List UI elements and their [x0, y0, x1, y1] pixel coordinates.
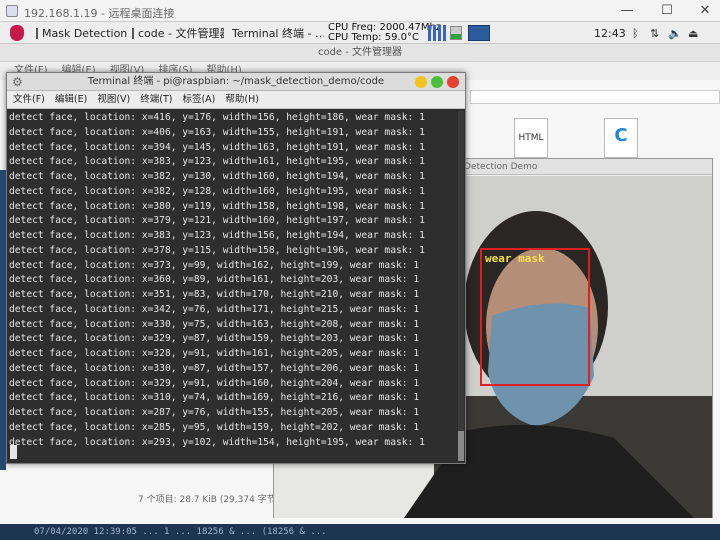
close-button[interactable]	[447, 76, 459, 88]
terminal-line: detect face, location: x=285, y=95, widt…	[9, 421, 420, 433]
terminal-line: detect face, location: x=383, y=123, wid…	[9, 156, 425, 168]
rdp-title: 192.168.1.19 - 远程桌面连接	[24, 7, 175, 20]
terminal-line: detect face, location: x=328, y=91, widt…	[9, 348, 420, 359]
raspbian-panel: Mask Detection… code - 文件管理器 Terminal 终端…	[0, 22, 720, 44]
file-manager-status: 7 个项目: 28.7 KiB (29,374 字节)	[138, 495, 280, 505]
detection-label: wear mask	[485, 252, 545, 265]
terminal-line: detect face, location: x=378, y=115, wid…	[9, 244, 425, 256]
raspberry-menu-icon[interactable]	[10, 25, 24, 41]
remote-desktop-icon	[6, 5, 18, 17]
taskbar-item-file-manager[interactable]: code - 文件管理器	[132, 24, 224, 42]
bluetooth-icon[interactable]: ᛒ	[632, 27, 639, 40]
terminal-line: detect face, location: x=342, y=76, widt…	[9, 303, 420, 315]
cpu-load-gauge	[450, 26, 462, 40]
terminal-line: detect face, location: x=406, y=163, wid…	[9, 126, 425, 138]
rdp-maximize-button[interactable]: ☐	[652, 3, 682, 18]
gear-icon[interactable]: ⚙	[12, 73, 23, 91]
window-icon	[36, 27, 38, 39]
taskbar-item-label: Mask Detection…	[42, 26, 128, 40]
taskbar-item-mask-detection[interactable]: Mask Detection…	[36, 24, 128, 42]
c-file-icon[interactable]: C	[604, 118, 638, 158]
rdp-close-button[interactable]: ✕	[690, 3, 720, 18]
terminal-line: detect face, location: x=380, y=119, wid…	[9, 200, 425, 212]
terminal-line: detect face, location: x=329, y=91, widt…	[9, 377, 420, 389]
terminal-line: detect face, location: x=293, y=102, wid…	[9, 436, 425, 448]
terminal-line: detect face, location: x=329, y=87, widt…	[9, 333, 420, 345]
terminal-cursor	[10, 445, 17, 459]
taskbar-item-terminal[interactable]: Terminal 终端 - …	[228, 24, 324, 42]
maximize-button[interactable]	[431, 76, 443, 88]
terminal-line: detect face, location: x=310, y=74, widt…	[9, 392, 420, 404]
rdp-minimize-button[interactable]: —	[612, 3, 642, 18]
terminal-line: detect face, location: x=351, y=83, widt…	[9, 289, 420, 300]
background-console-text: 07/04/2020 12:39:05 ... 1 ... 18256 & ..…	[0, 524, 720, 540]
cpu-usage-bars	[428, 25, 446, 41]
terminal-line: detect face, location: x=330, y=75, widt…	[9, 318, 420, 330]
terminal-title-bar: ⚙ Terminal 终端 - pi@raspbian: ~/mask_dete…	[7, 73, 465, 91]
terminal-menu-bar: 文件(F) 编辑(E) 视图(V) 终端(T) 标签(A) 帮助(H)	[7, 91, 465, 109]
terminal-line: detect face, location: x=383, y=123, wid…	[9, 230, 425, 241]
terminal-line: detect face, location: x=382, y=130, wid…	[9, 171, 425, 182]
clock: 12:43	[594, 27, 626, 40]
eject-icon[interactable]: ⏏	[688, 27, 698, 40]
html-file-icon[interactable]: HTML	[514, 118, 548, 158]
terminal-menu-item[interactable]: 标签(A)	[182, 91, 215, 108]
terminal-title: Terminal 终端 - pi@raspbian: ~/mask_detect…	[87, 76, 385, 87]
terminal-menu-item[interactable]: 视图(V)	[97, 91, 130, 108]
volume-icon[interactable]: 🔈	[668, 27, 682, 40]
vnc-icon[interactable]	[468, 25, 490, 41]
network-icon[interactable]: ⇅	[650, 27, 659, 40]
rdp-title-bar: 192.168.1.19 - 远程桌面连接 — ☐ ✕	[0, 0, 720, 22]
terminal-output[interactable]: detect face, location: x=416, y=176, wid…	[9, 111, 457, 450]
folder-icon	[132, 27, 134, 39]
terminal-line: detect face, location: x=382, y=128, wid…	[9, 185, 425, 197]
terminal-line: detect face, location: x=330, y=87, widt…	[9, 362, 420, 374]
cpu-temp: CPU Temp: 59.0°C	[328, 32, 419, 43]
terminal-line: detect face, location: x=287, y=76, widt…	[9, 407, 420, 418]
terminal-menu-item[interactable]: 终端(T)	[140, 91, 172, 108]
terminal-line: detect face, location: x=379, y=121, wid…	[9, 215, 425, 227]
taskbar-item-label: code - 文件管理器	[138, 27, 224, 40]
terminal-menu-item[interactable]: 编辑(E)	[55, 91, 87, 108]
cpu-monitor: CPU Freq: 2000.47Mhz CPU Temp: 59.0°C	[328, 23, 441, 43]
terminal-line: detect face, location: x=394, y=145, wid…	[9, 141, 425, 153]
terminal-scrollbar[interactable]	[458, 111, 464, 461]
terminal-line: detect face, location: x=360, y=89, widt…	[9, 274, 420, 286]
terminal-line: detect face, location: x=416, y=176, wid…	[9, 112, 425, 123]
file-manager-title: code - 文件管理器	[0, 44, 720, 62]
minimize-button[interactable]	[415, 76, 427, 88]
desktop-edge	[0, 170, 6, 470]
terminal-line: detect face, location: x=373, y=99, widt…	[9, 259, 420, 271]
terminal-menu-item[interactable]: 帮助(H)	[225, 91, 259, 108]
address-bar[interactable]	[470, 90, 720, 104]
terminal-menu-item[interactable]: 文件(F)	[13, 91, 45, 108]
terminal-window: ⚙ Terminal 终端 - pi@raspbian: ~/mask_dete…	[6, 72, 466, 464]
taskbar-item-label: Terminal 终端 - …	[232, 27, 324, 40]
